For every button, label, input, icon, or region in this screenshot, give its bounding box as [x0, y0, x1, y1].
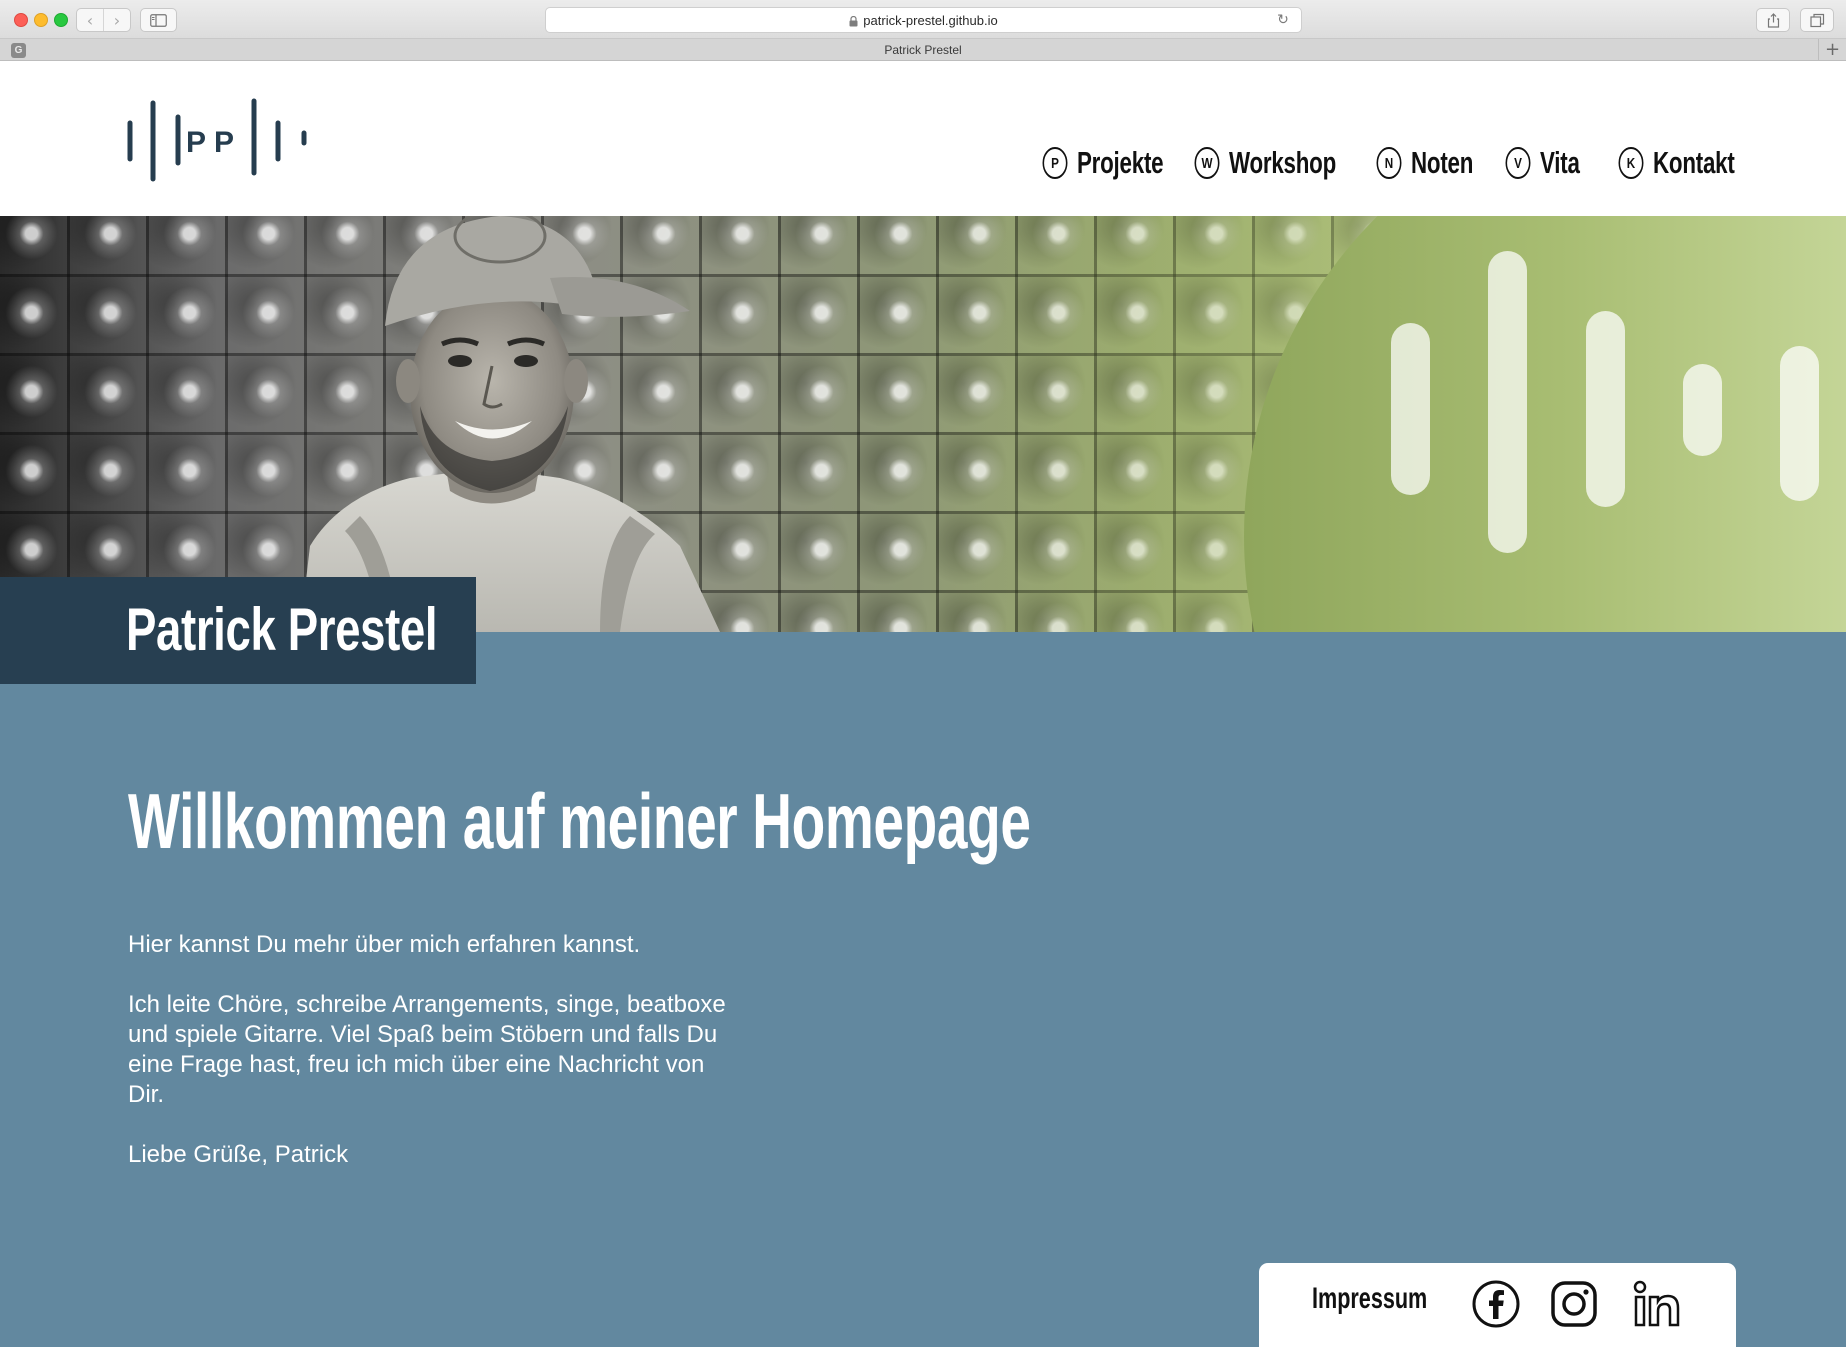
hero-banner	[0, 216, 1846, 632]
close-window-button[interactable]	[14, 13, 28, 27]
facebook-icon[interactable]	[1471, 1279, 1521, 1329]
history-nav: ‹ ›	[76, 8, 131, 32]
logo-letters: PP	[186, 126, 242, 159]
tab-bar: G Patrick Prestel +	[0, 39, 1846, 61]
zoom-window-button[interactable]	[54, 13, 68, 27]
pp-logo[interactable]: PP	[126, 93, 311, 185]
nav-item-noten[interactable]: N Noten	[1373, 145, 1497, 181]
intro-signoff: Liebe Grüße, Patrick	[128, 1141, 349, 1168]
address-bar[interactable]: patrick-prestel.github.io ↻	[545, 7, 1302, 33]
portrait-photo	[300, 216, 720, 632]
minimize-window-button[interactable]	[34, 13, 48, 27]
nav-label-kontakt: Kontakt	[1652, 145, 1735, 180]
nav-label-noten: Noten	[1411, 145, 1474, 180]
soundbar-decoration-2	[1488, 251, 1527, 553]
chevron-right-icon: ›	[113, 10, 121, 30]
intro-text: Hier kannst Du mehr über mich erfahren k…	[128, 930, 728, 1200]
reload-icon[interactable]: ↻	[1275, 12, 1291, 28]
nav-label-vita: Vita	[1539, 145, 1580, 180]
main-nav: P Projekte W Workshop N Noten V Vita K K…	[1004, 145, 1742, 181]
impressum-link[interactable]: Impressum	[1312, 1282, 1427, 1316]
sidebar-toggle-button[interactable]	[140, 8, 177, 32]
browser-titlebar: ‹ › patrick-prestel.github.io ↻	[0, 0, 1846, 39]
share-button[interactable]	[1756, 8, 1790, 32]
welcome-section: Willkommen auf meiner Homepage Hier kann…	[0, 632, 1846, 1347]
url-text: patrick-prestel.github.io	[863, 12, 998, 28]
page-headline: Willkommen auf meiner Homepage	[128, 777, 1031, 865]
intro-paragraph-1: Hier kannst Du mehr über mich erfahren k…	[128, 931, 641, 958]
tabs-overview-icon	[1809, 13, 1824, 27]
p-badge-icon: P	[1042, 147, 1068, 179]
green-circle-decoration	[1244, 216, 1846, 632]
share-icon	[1767, 12, 1779, 28]
nav-item-vita[interactable]: V Vita	[1502, 145, 1595, 181]
intro-paragraph-2: Ich leite Chöre, schreibe Arrangements, …	[128, 991, 726, 1108]
name-banner: Patrick Prestel	[0, 577, 476, 684]
nav-label-projekte: Projekte	[1076, 145, 1164, 180]
back-button[interactable]: ‹	[77, 9, 103, 31]
sidebar-icon	[150, 13, 167, 27]
chevron-left-icon: ‹	[86, 10, 94, 30]
webpage: PP P Projekte W Workshop N Noten V Vita …	[0, 61, 1846, 1347]
soundbar-decoration-3	[1586, 311, 1625, 507]
soundbar-decoration-1	[1391, 323, 1430, 495]
site-header: PP P Projekte W Workshop N Noten V Vita …	[0, 61, 1846, 216]
nav-item-projekte[interactable]: P Projekte	[1039, 145, 1197, 181]
k-badge-icon: K	[1618, 147, 1644, 179]
tab-title[interactable]: Patrick Prestel	[0, 43, 1846, 57]
n-badge-icon: N	[1376, 147, 1402, 179]
instagram-icon[interactable]	[1549, 1279, 1599, 1329]
show-tabs-button[interactable]	[1800, 8, 1834, 32]
forward-button[interactable]: ›	[103, 9, 130, 31]
new-tab-button[interactable]: +	[1818, 39, 1846, 61]
site-owner-name: Patrick Prestel	[126, 596, 438, 663]
soundbar-decoration-5	[1780, 346, 1819, 501]
soundbar-decoration-4	[1683, 364, 1722, 456]
nav-label-workshop: Workshop	[1228, 145, 1336, 180]
nav-item-workshop[interactable]: W Workshop	[1191, 145, 1378, 181]
lock-icon	[849, 15, 858, 26]
v-badge-icon: V	[1505, 147, 1531, 179]
nav-item-kontakt[interactable]: K Kontakt	[1615, 145, 1742, 181]
linkedin-icon[interactable]	[1632, 1279, 1682, 1329]
w-badge-icon: W	[1194, 147, 1220, 179]
